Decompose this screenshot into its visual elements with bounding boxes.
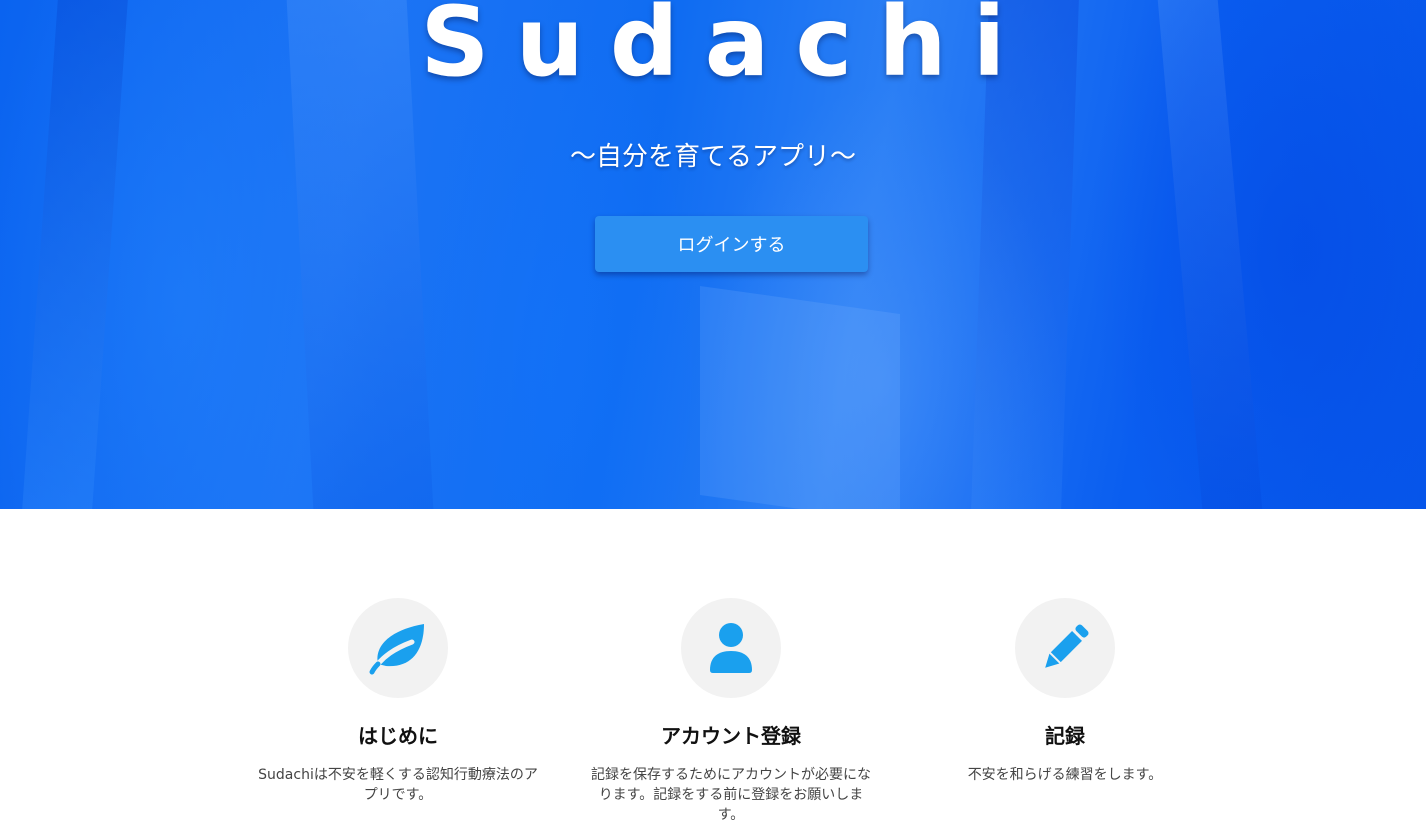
app-title: Sudachi xyxy=(420,0,1032,98)
feature-record: 記録 不安を和らげる練習をします。 xyxy=(915,598,1215,785)
feature-description: 不安を和らげる練習をします。 xyxy=(967,767,1163,783)
app-subtitle: 〜自分を育てるアプリ〜 xyxy=(569,142,856,172)
leaf-icon xyxy=(369,624,424,675)
login-button[interactable]: ログインする xyxy=(595,216,868,272)
icon-circle xyxy=(348,598,448,698)
feature-description: 記録を保存するためにアカウントが必要になります。記録をする前に登録をお願いします… xyxy=(591,767,871,823)
icon-circle xyxy=(1015,598,1115,698)
background-paint-streak xyxy=(700,285,900,509)
feature-title: アカウント登録 xyxy=(661,724,801,748)
feature-account: アカウント登録 記録を保存するためにアカウントが必要になります。記録をする前に登… xyxy=(581,598,881,825)
feature-intro: はじめに Sudachiは不安を軽くする認知行動療法のアプリです。 xyxy=(248,598,548,805)
user-icon xyxy=(710,623,752,673)
icon-circle xyxy=(681,598,781,698)
pencil-icon xyxy=(1045,624,1089,668)
feature-title: はじめに xyxy=(358,724,438,748)
feature-description: Sudachiは不安を軽くする認知行動療法のアプリです。 xyxy=(258,767,538,803)
hero-section: Sudachi 〜自分を育てるアプリ〜 ログインする xyxy=(0,0,1426,509)
feature-title: 記録 xyxy=(1045,724,1085,748)
